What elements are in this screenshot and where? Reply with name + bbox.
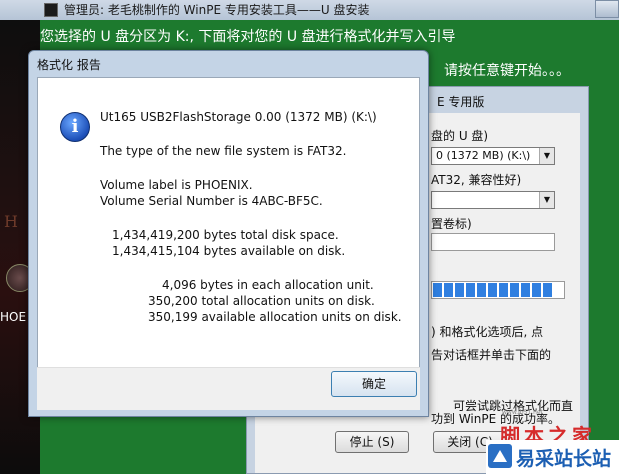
allocation-unit-line: 4,096 bytes in each allocation unit. <box>162 278 374 292</box>
chevron-down-icon: ▼ <box>539 148 554 164</box>
console-line-2: 请按任意键开始。。。 <box>444 63 570 79</box>
volume-label-caption: 置卷标) <box>431 217 472 231</box>
console-title: 管理员: 老毛桃制作的 WinPE 专用安装工具——U 盘安装 <box>64 3 370 17</box>
filesystem-select[interactable]: ▼ <box>431 191 555 209</box>
artwork-text: HOE <box>0 310 27 324</box>
volume-label-input[interactable] <box>431 233 555 251</box>
filesystem-label: AT32, 兼容性好) <box>431 173 522 187</box>
watermark-brand: 易采站长站 <box>486 440 619 474</box>
drive-select-value: 0 (1372 MB) (K:\) <box>436 149 531 162</box>
volume-label-line: Volume label is PHOENIX. <box>100 178 253 192</box>
console-line-1: 您选择的 U 盘分区为 K:, 下面将对您的 U 盘进行格式化并写入引导 <box>40 29 456 45</box>
available-space-line: 1,434,415,104 bytes available on disk. <box>112 244 346 258</box>
drive-select[interactable]: 0 (1372 MB) (K:\) ▼ <box>431 147 555 165</box>
tool-title: E 专用版 <box>437 95 485 109</box>
minimize-button[interactable] <box>595 0 619 18</box>
dialog-title: 格式化 报告 <box>37 58 101 72</box>
chevron-down-icon: ▼ <box>539 192 554 208</box>
ok-button[interactable]: 确定 <box>331 371 417 397</box>
device-line: Ut165 USB2FlashStorage 0.00 (1372 MB) (K… <box>100 110 377 124</box>
stop-button[interactable]: 停止 (S) <box>335 431 409 453</box>
console-titlebar[interactable]: 管理员: 老毛桃制作的 WinPE 专用安装工具——U 盘安装 <box>0 0 619 20</box>
total-units-line: 350,200 total allocation units on disk. <box>148 294 375 308</box>
tool-note-2: 告对话框并单击下面的 <box>431 348 552 362</box>
watermark-url: www.jb51.net <box>502 409 543 416</box>
format-report-dialog: 格式化 报告 i Ut165 USB2FlashStorage 0.00 (13… <box>28 50 429 417</box>
brand-text: 易采站长站 <box>516 448 612 470</box>
drive-label: 盘的 U 盘) <box>431 129 489 143</box>
brand-logo-icon <box>488 444 512 468</box>
serial-line: Volume Serial Number is 4ABC-BF5C. <box>100 194 323 208</box>
tool-note-1: ) 和格式化选项后, 点 <box>431 325 544 339</box>
total-space-line: 1,434,419,200 bytes total disk space. <box>112 228 339 242</box>
dialog-message-area: i Ut165 USB2FlashStorage 0.00 (1372 MB) … <box>37 77 420 379</box>
filesystem-line: The type of the new file system is FAT32… <box>100 144 347 158</box>
info-icon: i <box>60 112 90 142</box>
format-progress-bar <box>431 281 565 299</box>
format-progress-fill <box>433 283 555 297</box>
console-app-icon <box>44 3 58 17</box>
available-units-line: 350,199 available allocation units on di… <box>148 310 402 324</box>
artwork-letter: H <box>4 212 18 231</box>
